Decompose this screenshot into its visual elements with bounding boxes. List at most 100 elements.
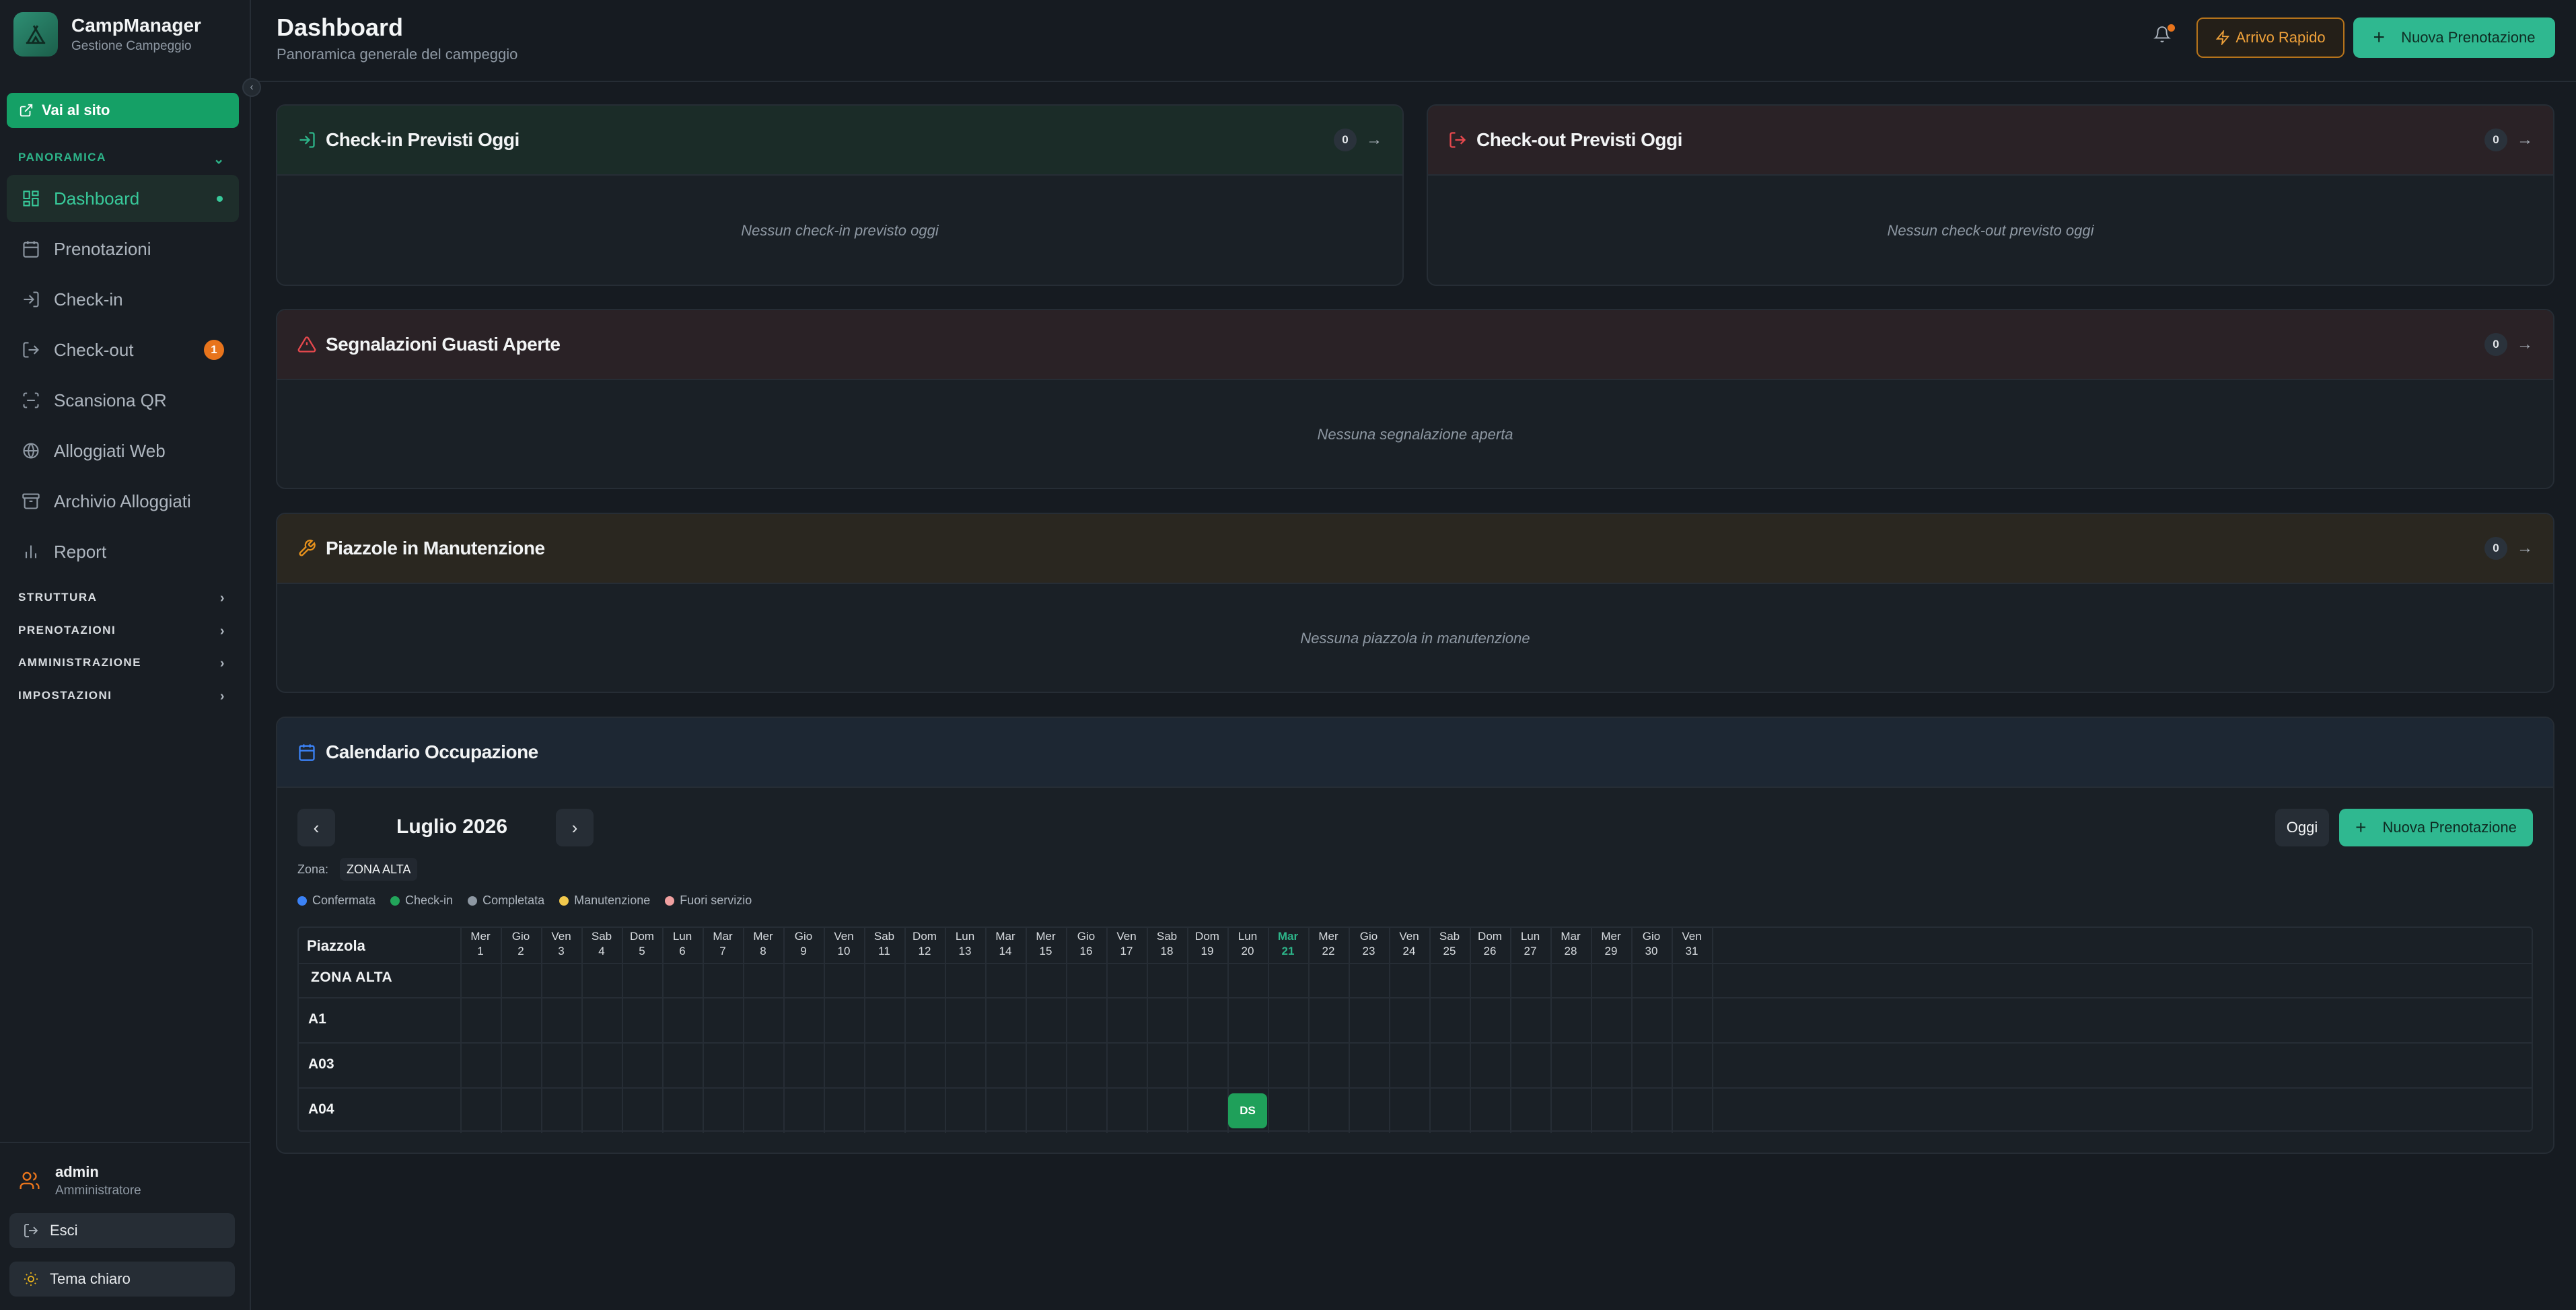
guasti-card-header[interactable]: Segnalazioni Guasti Aperte 0 → (277, 310, 2553, 380)
day-of-week: Dom (630, 930, 654, 943)
sidebar-item-prenotazioni[interactable]: Prenotazioni (7, 225, 239, 272)
day-of-week: Sab (1156, 930, 1178, 943)
day-of-week: Gio (1642, 930, 1661, 943)
day-header: Mar 14 (985, 929, 1026, 959)
bar-chart-icon (25, 545, 37, 558)
chevron-left-icon: ‹ (250, 81, 254, 93)
day-of-week: Dom (913, 930, 937, 943)
login-icon (299, 132, 315, 148)
app-logo[interactable]: CampManager Gestione Campeggio (13, 12, 201, 57)
section-prenotazioni[interactable]: PRENOTAZIONI › (18, 624, 225, 639)
sidebar-item-archivio-alloggiati[interactable]: Archivio Alloggiati (7, 478, 239, 525)
day-of-week: Gio (1077, 930, 1096, 943)
sidebar-item-alloggiati-web[interactable]: Alloggiati Web (7, 427, 239, 474)
day-number: 16 (1079, 945, 1093, 957)
wrench-icon (299, 540, 316, 556)
day-number: 18 (1160, 945, 1174, 957)
sidebar-collapse-button[interactable]: ‹ (242, 78, 261, 97)
logout-button[interactable]: Esci (9, 1213, 235, 1248)
day-number: 4 (598, 945, 605, 957)
section-panoramica[interactable]: PANORAMICA ⌄ (18, 151, 225, 168)
top-header: Dashboard Panoramica generale del campeg… (251, 0, 2576, 82)
checkin-card-header[interactable]: Check-in Previsti Oggi 0 → (277, 106, 1402, 176)
card-title: Check-out Previsti Oggi (1476, 129, 1682, 150)
calendar-legend: Confermata Check-in Completata Manutenzi… (297, 894, 766, 908)
day-header: Ven 24 (1389, 929, 1429, 959)
arrow-right-icon[interactable]: → (1366, 131, 1382, 149)
day-of-week: Gio (794, 930, 813, 943)
day-of-week: Lun (672, 930, 692, 943)
legend-item-confermata: Confermata (297, 894, 375, 908)
notifications-button[interactable] (2153, 24, 2175, 47)
check-out-badge: 1 (204, 340, 224, 360)
day-number: 13 (958, 945, 972, 957)
pitch-label: A1 (308, 1011, 326, 1027)
day-of-week: Lun (955, 930, 975, 943)
arrivo-rapido-label: Arrivo Rapido (2235, 29, 2326, 46)
plus-icon: + (2355, 817, 2367, 838)
section-amministrazione[interactable]: AMMINISTRAZIONE › (18, 656, 225, 671)
chevron-right-icon: › (219, 689, 225, 704)
zone-label: Zona: (297, 863, 329, 876)
day-header: Mer 22 (1308, 929, 1349, 959)
legend-label: Manutenzione (574, 894, 651, 907)
day-header: Gio 16 (1066, 929, 1106, 959)
manutenzione-card-header[interactable]: Piazzole in Manutenzione 0 → (277, 514, 2553, 584)
day-of-week: Sab (591, 930, 612, 943)
today-button[interactable]: Oggi (2275, 809, 2329, 846)
go-to-site-button[interactable]: Vai al sito (7, 93, 239, 128)
day-number: 21 (1281, 945, 1295, 957)
month-label: Luglio 2026 (396, 815, 508, 838)
day-column-end (1712, 928, 1713, 1133)
prev-month-button[interactable]: ‹ (297, 809, 335, 846)
next-month-button[interactable]: › (556, 809, 594, 846)
sidebar-item-check-in[interactable]: Check-in (7, 276, 239, 323)
arrow-right-icon[interactable]: → (2517, 131, 2533, 149)
sidebar-item-check-out[interactable]: Check-out 1 (7, 326, 239, 373)
checkout-card-header[interactable]: Check-out Previsti Oggi 0 → (1428, 106, 2553, 176)
sidebar-item-report[interactable]: Report (7, 528, 239, 575)
day-header: Mar 7 (703, 929, 743, 959)
sidebar-item-label: Prenotazioni (54, 238, 151, 259)
theme-label: Tema chiaro (50, 1270, 131, 1287)
day-header: Dom 19 (1187, 929, 1227, 959)
legend-item-manutenzione: Manutenzione (559, 894, 650, 908)
sidebar-item-label: Dashboard (54, 188, 140, 209)
globe-icon (23, 443, 39, 459)
sidebar-item-label: Alloggiati Web (54, 440, 166, 461)
external-link-icon (20, 104, 33, 117)
sidebar-item-scansiona-qr[interactable]: Scansiona QR (7, 377, 239, 424)
nuova-prenotazione-button[interactable]: + Nuova Prenotazione (2353, 17, 2555, 58)
day-number: 26 (1483, 945, 1497, 957)
booking-block[interactable]: DS (1228, 1093, 1267, 1128)
day-number: 29 (1604, 945, 1618, 957)
empty-message: Nessun check-out previsto oggi (1887, 222, 2094, 239)
theme-toggle-button[interactable]: Tema chiaro (9, 1262, 235, 1297)
day-header: Mer 29 (1591, 929, 1631, 959)
app-subtitle: Gestione Campeggio (71, 39, 192, 53)
day-of-week: Dom (1195, 930, 1219, 943)
day-header: Dom 5 (622, 929, 662, 959)
day-header: Sab 4 (581, 929, 622, 959)
section-struttura[interactable]: STRUTTURA › (18, 591, 225, 606)
day-of-week: Sab (873, 930, 895, 943)
zone-chip[interactable]: ZONA ALTA (340, 858, 418, 881)
arrow-right-icon[interactable]: → (2517, 539, 2533, 558)
day-header: Mer 15 (1026, 929, 1066, 959)
count-badge: 0 (1334, 129, 1357, 151)
day-header: Lun 20 (1227, 929, 1268, 959)
calendar-new-booking-button[interactable]: + Nuova Prenotazione (2339, 809, 2533, 846)
section-prenotazioni-label: PRENOTAZIONI (18, 624, 116, 636)
day-of-week: Ven (1116, 930, 1137, 943)
day-number: 22 (1322, 945, 1335, 957)
day-of-week: Ven (551, 930, 571, 943)
arrow-right-icon[interactable]: → (2517, 335, 2533, 354)
day-header: Mar 21 (1268, 929, 1308, 959)
day-header: Gio 9 (783, 929, 824, 959)
sidebar-item-dashboard[interactable]: Dashboard (7, 175, 239, 222)
section-amministrazione-label: AMMINISTRAZIONE (18, 656, 142, 669)
section-impostazioni[interactable]: IMPOSTAZIONI › (18, 689, 225, 704)
section-panoramica-label: PANORAMICA (18, 151, 106, 163)
empty-message: Nessuna segnalazione aperta (1317, 426, 1513, 443)
arrivo-rapido-button[interactable]: Arrivo Rapido (2196, 17, 2345, 58)
